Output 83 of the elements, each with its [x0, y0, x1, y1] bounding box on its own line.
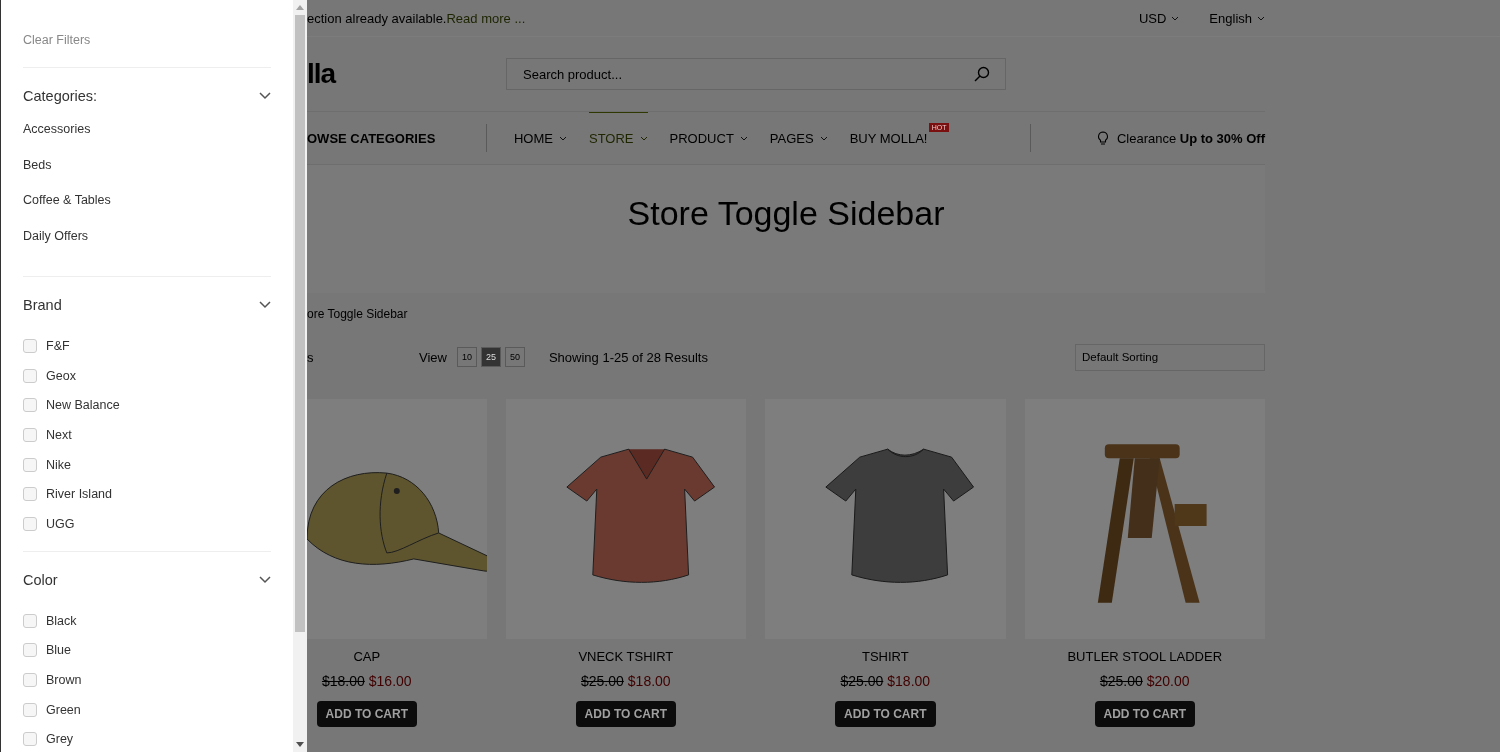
checkbox-label: Black: [46, 613, 77, 628]
category-link[interactable]: Daily Offers: [23, 228, 271, 264]
promo-text: Clearance Up to 30% Off: [1116, 130, 1265, 146]
per-page-option[interactable]: 50: [504, 347, 525, 367]
chevron-icon[interactable]: [259, 92, 271, 100]
nav-link[interactable]: STORE: [589, 112, 648, 164]
view-label: View: [419, 349, 447, 365]
logo[interactable]: lla: [307, 58, 506, 90]
nav-link[interactable]: HOME: [514, 112, 567, 164]
checkbox-label: Brown: [46, 673, 82, 688]
product-name[interactable]: BUTLER STOOL LADDER: [1067, 649, 1223, 664]
checkbox-label: Nike: [46, 457, 71, 472]
category-link[interactable]: Coffee & Tables: [23, 193, 271, 229]
checkbox-label: Green: [46, 702, 81, 717]
sale-price: $18.00: [627, 673, 671, 689]
checkbox[interactable]: [23, 368, 37, 383]
filter-section-title[interactable]: Color: [23, 571, 58, 588]
checkbox-label: River Island: [46, 487, 112, 502]
scrollbar[interactable]: [293, 0, 307, 752]
category-link[interactable]: Beds: [23, 157, 271, 193]
browse-categories-label[interactable]: OWSE CATEGORIES: [307, 124, 487, 152]
checkbox-label: UGG: [46, 516, 75, 531]
checkbox[interactable]: [23, 398, 37, 413]
checkbox-label: F&F: [46, 338, 70, 353]
sale-price: $20.00: [1146, 673, 1190, 689]
caret-icon[interactable]: [1257, 15, 1265, 21]
product-name[interactable]: VNECK TSHIRT: [578, 649, 674, 664]
nav-link[interactable]: PAGES: [769, 112, 828, 164]
checkbox[interactable]: [23, 516, 37, 531]
checkbox[interactable]: [23, 673, 37, 688]
product-name[interactable]: CAP: [353, 649, 381, 664]
old-price: $25.00: [1099, 673, 1143, 689]
filter-section-title[interactable]: Brand: [23, 297, 62, 313]
page-title: Store Toggle Sidebar: [627, 194, 945, 234]
checkbox-label: Blue: [46, 643, 72, 658]
breadcrumb[interactable]: ore Toggle Sidebar: [307, 293, 1265, 335]
currency-dropdown[interactable]: USD: [1138, 10, 1180, 26]
language-dropdown[interactable]: English: [1209, 10, 1265, 26]
caret-icon: [739, 136, 748, 141]
scroll-down-icon[interactable]: [296, 742, 304, 747]
filter-section-title[interactable]: Categories:: [23, 88, 98, 104]
add-to-cart-button[interactable]: ADD TO CART: [1094, 701, 1195, 727]
checkbox-label: Geox: [46, 368, 76, 383]
old-price: $25.00: [840, 673, 884, 689]
product-name[interactable]: TSHIRT: [861, 649, 909, 664]
checkbox-label: Grey: [46, 732, 74, 747]
add-to-cart-button[interactable]: ADD TO CART: [316, 701, 417, 727]
checkbox-label: Next: [46, 427, 72, 442]
read-more-link[interactable]: Read more ...: [446, 10, 526, 26]
caret-icon: [559, 136, 567, 141]
add-to-cart-button[interactable]: ADD TO CART: [575, 701, 677, 727]
checkbox-label: New Balance: [46, 398, 120, 413]
scroll-up-icon[interactable]: [296, 5, 304, 10]
clear-filters-link[interactable]: Clear Filters: [23, 0, 271, 68]
per-page-option[interactable]: 25: [480, 347, 501, 367]
old-price: $25.00: [581, 673, 624, 689]
chevron-icon[interactable]: [259, 301, 271, 309]
lightbulb-icon: [1096, 130, 1109, 146]
notice-text: ection already available.Read more ...: [307, 10, 526, 26]
checkbox[interactable]: [23, 487, 37, 502]
sale-price: $18.00: [887, 673, 931, 689]
category-link[interactable]: Accessories: [23, 122, 271, 158]
checkbox[interactable]: [23, 732, 37, 747]
search-field[interactable]: Search product...: [506, 58, 1006, 90]
old-price: $18.00: [321, 673, 365, 689]
caret-icon: [639, 136, 648, 141]
sale-price: $16.00: [368, 673, 412, 689]
checkbox[interactable]: [23, 427, 37, 442]
nav-link[interactable]: PRODUCT: [669, 112, 748, 164]
results-count: Showing 1-25 of 28 Results: [548, 349, 709, 365]
checkbox[interactable]: [23, 643, 37, 658]
search-icon[interactable]: [974, 66, 990, 82]
checkbox[interactable]: [23, 702, 37, 717]
chevron-icon[interactable]: [259, 575, 271, 584]
per-page-option[interactable]: 10: [456, 347, 477, 367]
caret-icon: [819, 136, 828, 141]
add-to-cart-button[interactable]: ADD TO CART: [835, 701, 936, 727]
checkbox[interactable]: [23, 613, 37, 628]
toolbar-label: s: [307, 349, 315, 365]
caret-icon[interactable]: [1171, 15, 1180, 21]
sorting-select[interactable]: Default Sorting: [1075, 343, 1265, 371]
checkbox[interactable]: [23, 338, 37, 353]
checkbox[interactable]: [23, 457, 37, 472]
